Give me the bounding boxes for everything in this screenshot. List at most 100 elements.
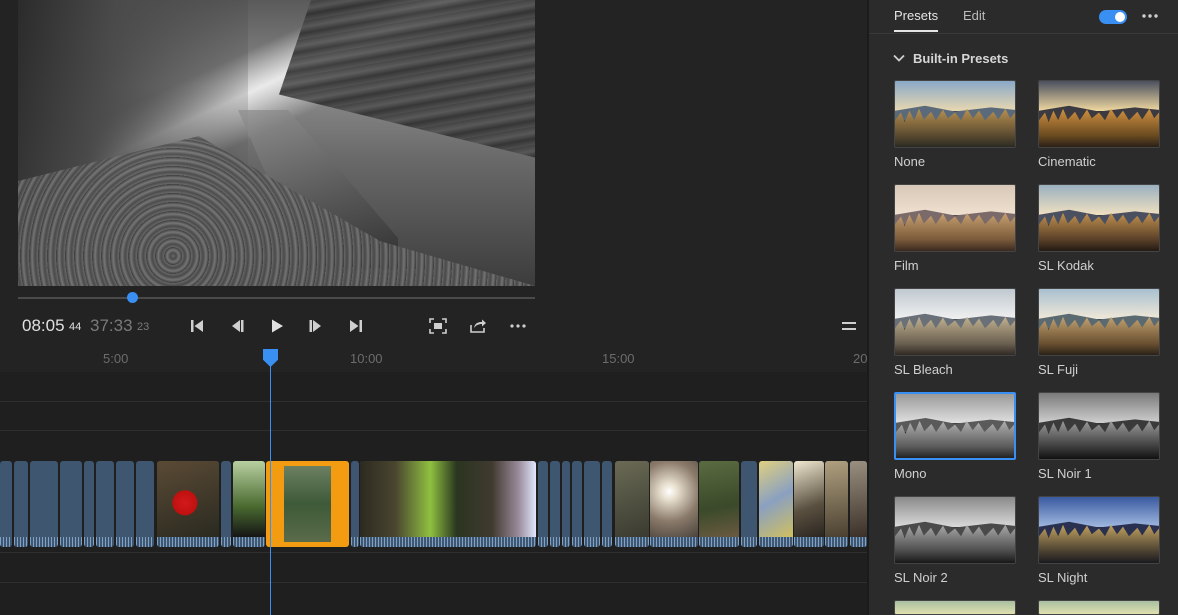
preset-thumbnail: [1038, 288, 1160, 356]
timeline-clip[interactable]: [550, 461, 560, 547]
timeline-clip[interactable]: [60, 461, 82, 547]
audio-waveform: [850, 537, 867, 547]
section-title: Built-in Presets: [913, 50, 1009, 66]
skip-start-button[interactable]: [185, 314, 209, 338]
audio-waveform: [136, 537, 154, 547]
timeline-ruler[interactable]: [0, 344, 867, 372]
preset-label: SL Bleach: [894, 362, 953, 377]
audio-waveform: [550, 537, 560, 547]
preset-sl-bleach[interactable]: SL Bleach: [894, 288, 1016, 377]
timeline-clip[interactable]: [741, 461, 757, 547]
share-button[interactable]: [466, 314, 490, 338]
timeline-clip[interactable]: [84, 461, 94, 547]
timeline-clip[interactable]: [825, 461, 848, 547]
video-preview[interactable]: [18, 0, 535, 286]
timeline-clip[interactable]: [360, 461, 536, 547]
audio-waveform: [84, 537, 94, 547]
fit-to-screen-button[interactable]: [426, 314, 450, 338]
thumbnail-sky: [895, 289, 1015, 319]
timeline-clip[interactable]: [572, 461, 582, 547]
timeline-clip[interactable]: [0, 461, 12, 547]
preset-cinematic[interactable]: Cinematic: [1038, 80, 1160, 169]
timeline-clip[interactable]: [538, 461, 548, 547]
preset-thumbnail: [1038, 80, 1160, 148]
timeline-clip[interactable]: [615, 461, 649, 547]
presets-toggle[interactable]: [1099, 10, 1127, 24]
preset-sl-fuji[interactable]: SL Fuji: [1038, 288, 1160, 377]
preset-label: None: [894, 154, 926, 169]
timeline-clip[interactable]: [233, 461, 265, 547]
hamburger-menu-icon: [842, 322, 856, 330]
tab-edit[interactable]: Edit: [963, 8, 985, 23]
timeline-clip[interactable]: [562, 461, 570, 547]
scrub-handle[interactable]: [127, 292, 138, 303]
timeline-clip[interactable]: [96, 461, 114, 547]
total-duration: 37:33: [90, 316, 133, 335]
timeline-clip[interactable]: [759, 461, 793, 547]
audio-waveform: [221, 537, 231, 547]
clip-thumbnail: [284, 466, 331, 542]
more-options-button[interactable]: [506, 314, 530, 338]
preset-partial[interactable]: [1038, 600, 1160, 615]
clip-thumbnail: [850, 461, 867, 537]
step-back-button[interactable]: [225, 314, 249, 338]
ruler-label: 20: [853, 351, 868, 366]
clip-thumbnail: [360, 461, 536, 537]
audio-waveform: [96, 537, 114, 547]
preset-partial[interactable]: [894, 600, 1016, 615]
preset-mono[interactable]: Mono: [894, 392, 1016, 481]
preset-sl-noir-1[interactable]: SL Noir 1: [1038, 392, 1160, 481]
audio-waveform: [30, 537, 58, 547]
timeline-clip[interactable]: [650, 461, 698, 547]
timeline-clip[interactable]: [850, 461, 867, 547]
built-in-presets-header[interactable]: Built-in Presets: [893, 49, 1008, 67]
audio-waveform: [60, 537, 82, 547]
audio-waveform: [116, 537, 134, 547]
preset-film[interactable]: Film: [894, 184, 1016, 273]
step-forward-icon: [309, 320, 321, 332]
toggle-knob: [1115, 12, 1125, 22]
active-tab-indicator: [894, 30, 938, 32]
scrub-bar[interactable]: [18, 297, 535, 299]
preset-thumbnail: [894, 392, 1016, 460]
timeline-clip[interactable]: [157, 461, 219, 547]
preset-sl-night[interactable]: SL Night: [1038, 496, 1160, 585]
playhead-line[interactable]: [270, 360, 271, 615]
thumbnail-sky: [896, 394, 1014, 423]
thumbnail-sky: [895, 497, 1015, 527]
video-track[interactable]: [0, 461, 867, 547]
selected-timeline-clip[interactable]: [266, 461, 349, 547]
preset-sl-kodak[interactable]: SL Kodak: [1038, 184, 1160, 273]
more-icon: [1142, 14, 1158, 18]
thumbnail-sky: [1039, 497, 1159, 527]
timeline-clip[interactable]: [136, 461, 154, 547]
audio-waveform: [584, 537, 600, 547]
preset-thumbnail: [1038, 392, 1160, 460]
preset-label: Mono: [894, 466, 927, 481]
timeline-menu-button[interactable]: [837, 314, 861, 338]
total-duration-frames: 23: [137, 321, 150, 333]
play-button[interactable]: [265, 314, 289, 338]
preset-thumbnail: [894, 496, 1016, 564]
preset-sl-noir-2[interactable]: SL Noir 2: [894, 496, 1016, 585]
timeline-clip[interactable]: [351, 461, 359, 547]
timeline-clip[interactable]: [116, 461, 134, 547]
play-icon: [272, 319, 283, 333]
step-forward-button[interactable]: [304, 314, 328, 338]
tab-presets[interactable]: Presets: [894, 8, 938, 23]
thumbnail-sky: [895, 185, 1015, 215]
audio-waveform: [572, 537, 582, 547]
panel-more-button[interactable]: [1141, 6, 1161, 26]
timeline-clip[interactable]: [584, 461, 600, 547]
timeline-clip[interactable]: [14, 461, 28, 547]
timeline-clip[interactable]: [221, 461, 231, 547]
timeline-clip[interactable]: [794, 461, 824, 547]
preset-thumbnail: [894, 80, 1016, 148]
skip-end-button[interactable]: [344, 314, 368, 338]
timeline-clip[interactable]: [699, 461, 739, 547]
clip-thumbnail: [825, 461, 848, 537]
timeline-clip[interactable]: [602, 461, 612, 547]
preset-none[interactable]: None: [894, 80, 1016, 169]
timeline-clip[interactable]: [30, 461, 58, 547]
audio-waveform: [360, 537, 536, 547]
